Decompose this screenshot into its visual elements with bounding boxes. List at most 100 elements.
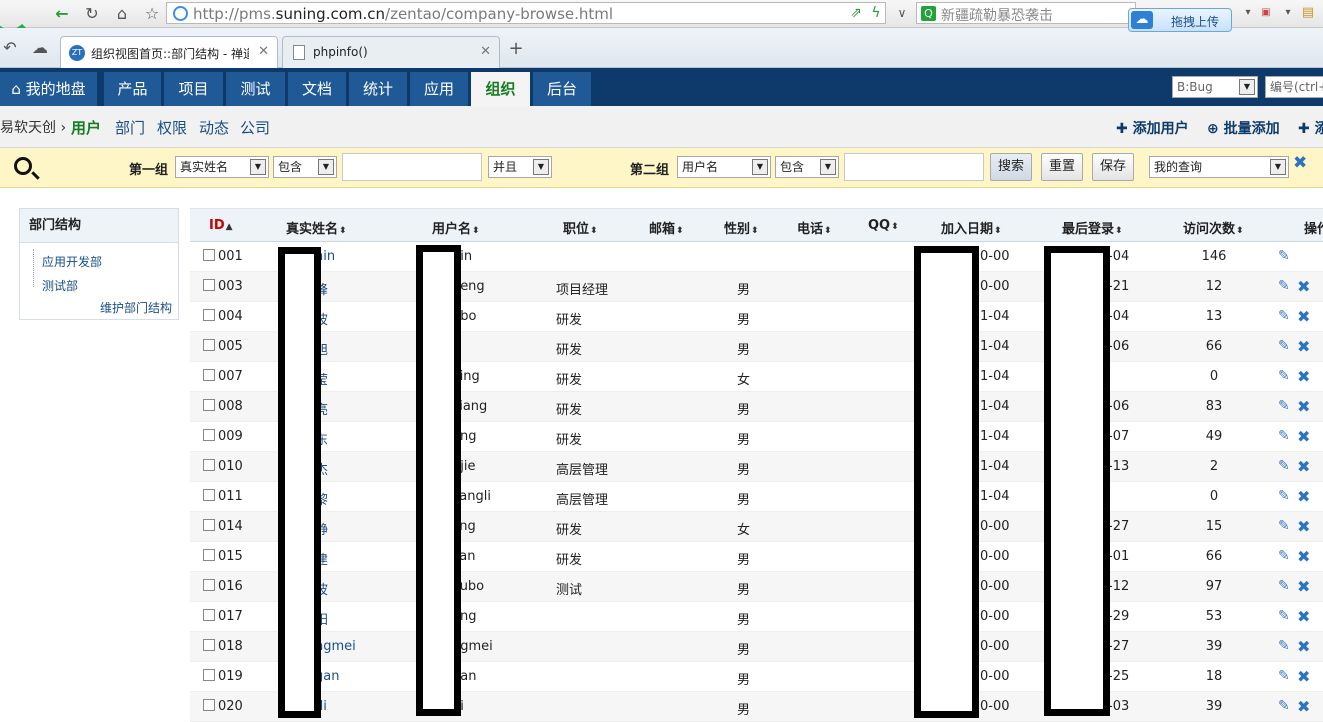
col-email[interactable]: 邮箱⬍ (649, 218, 684, 237)
nav-my-dashboard[interactable]: ⌂ 我的地盘 (0, 72, 98, 106)
delete-icon[interactable]: ✖ (1297, 577, 1310, 596)
row-checkbox[interactable] (203, 639, 215, 651)
browser-search-box[interactable]: Q 新疆疏勒暴恐袭击 (916, 2, 1136, 24)
edit-icon[interactable]: ✎ (1278, 278, 1290, 294)
nav-product[interactable]: 产品 (104, 72, 162, 106)
col-username[interactable]: 用户名⬍ (432, 218, 480, 237)
nav-test[interactable]: 测试 (226, 72, 286, 106)
row-checkbox[interactable] (203, 279, 215, 291)
delete-icon[interactable]: ✖ (1297, 517, 1310, 536)
edit-icon[interactable]: ✎ (1278, 308, 1290, 324)
edit-icon[interactable]: ✎ (1278, 338, 1290, 354)
row-checkbox[interactable] (203, 429, 215, 441)
new-tab-icon[interactable]: + (506, 39, 526, 59)
delete-icon[interactable]: ✖ (1297, 607, 1310, 626)
col-realname[interactable]: 真实姓名⬍ (286, 218, 347, 237)
edit-icon[interactable]: ✎ (1278, 698, 1290, 714)
subnav-activity[interactable]: 动态 (199, 117, 229, 138)
edit-icon[interactable]: ✎ (1278, 458, 1290, 474)
tab-phpinfo[interactable]: phpinfo() ✕ (282, 36, 500, 68)
edit-icon[interactable]: ✎ (1278, 548, 1290, 564)
row-checkbox[interactable] (203, 339, 215, 351)
edit-icon[interactable]: ✎ (1278, 518, 1290, 534)
col-join-date[interactable]: 加入日期⬍ (941, 218, 1002, 237)
lightning-icon[interactable]: ϟ (866, 3, 886, 23)
delete-icon[interactable]: ✖ (1297, 307, 1310, 326)
star-icon[interactable]: ☆ (142, 4, 162, 24)
reader-icon[interactable]: ▣ (1256, 3, 1276, 23)
col-last-login[interactable]: 最后登录⬍ (1062, 218, 1123, 237)
nav-organization[interactable]: 组织 (471, 72, 531, 106)
nav-apps[interactable]: 应用 (410, 72, 469, 106)
delete-icon[interactable]: ✖ (1297, 697, 1310, 716)
id-jump-input[interactable]: 编号(ctrl+g (1265, 76, 1323, 98)
row-checkbox[interactable] (203, 699, 215, 711)
company-breadcrumb[interactable]: 易软天创 › (0, 117, 66, 137)
edit-icon[interactable]: ✎ (1278, 428, 1290, 444)
col-phone[interactable]: 电话⬍ (797, 218, 832, 237)
row-checkbox[interactable] (203, 369, 215, 381)
subnav-company[interactable]: 公司 (240, 117, 270, 138)
delete-icon[interactable]: ✖ (1297, 547, 1310, 566)
delete-icon[interactable]: ✖ (1297, 427, 1310, 446)
edit-icon[interactable]: ✎ (1278, 368, 1290, 384)
extension-icon[interactable]: ▤ (1298, 3, 1318, 23)
undo-close-icon[interactable]: ↶ (0, 38, 20, 58)
dept-node-test[interactable]: 测试部 (42, 277, 78, 294)
close-search-icon[interactable]: ✖ (1293, 153, 1307, 173)
nav-stats[interactable]: 统计 (349, 72, 408, 106)
nav-admin[interactable]: 后台 (533, 72, 592, 106)
caret-icon-2[interactable]: ▾ (1278, 3, 1298, 23)
delete-icon[interactable]: ✖ (1297, 367, 1310, 386)
row-checkbox[interactable] (203, 609, 215, 621)
col-id[interactable]: ID▲ (209, 218, 233, 233)
subnav-permissions[interactable]: 权限 (157, 117, 187, 138)
delete-icon[interactable]: ✖ (1297, 487, 1310, 506)
dept-node-dev[interactable]: 应用开发部 (42, 253, 102, 270)
delete-icon[interactable]: ✖ (1297, 667, 1310, 686)
tab-zentao[interactable]: ZT 组织视图首页::部门结构 - 禅道 ✕ (60, 36, 278, 69)
col-qq[interactable]: QQ⬍ (868, 218, 899, 233)
back-arrow-icon[interactable]: ← (52, 4, 72, 24)
group2-operator-select[interactable]: 包含 ▼ (775, 156, 839, 178)
cell-realname[interactable]: ngmei (315, 639, 356, 654)
col-gender[interactable]: 性别⬍ (724, 218, 759, 237)
address-bar[interactable]: http://pms.suning.com.cn/zentao/company-… (166, 2, 886, 24)
group1-field-select[interactable]: 真实姓名 ▼ (175, 156, 269, 178)
row-checkbox[interactable] (203, 579, 215, 591)
delete-icon[interactable]: ✖ (1297, 397, 1310, 416)
subnav-departments[interactable]: 部门 (115, 117, 145, 138)
edit-icon[interactable]: ✎ (1278, 638, 1290, 654)
row-checkbox[interactable] (203, 519, 215, 531)
group2-field-select[interactable]: 用户名 ▼ (677, 156, 771, 178)
save-query-button[interactable]: 保存 (1092, 153, 1134, 181)
col-visits[interactable]: 访问次数⬍ (1183, 218, 1244, 237)
row-checkbox[interactable] (203, 489, 215, 501)
my-query-select[interactable]: 我的查询 ▼ (1149, 156, 1289, 178)
refresh-icon[interactable]: ↻ (82, 4, 102, 24)
group1-operator-select[interactable]: 包含 ▼ (273, 156, 337, 178)
row-checkbox[interactable] (203, 399, 215, 411)
edit-icon[interactable]: ✎ (1278, 488, 1290, 504)
edit-icon[interactable]: ✎ (1278, 248, 1290, 264)
delete-icon[interactable]: ✖ (1297, 337, 1310, 356)
group2-value-input[interactable] (844, 153, 984, 181)
delete-icon[interactable]: ✖ (1297, 277, 1310, 296)
close-tab-icon[interactable]: ✕ (480, 44, 491, 59)
close-tab-icon[interactable]: ✕ (258, 44, 269, 59)
group1-value-input[interactable] (342, 153, 482, 181)
search-button[interactable]: 搜索 (990, 153, 1032, 181)
subnav-users[interactable]: 用户 (71, 117, 101, 138)
delete-icon[interactable]: ✖ (1297, 637, 1310, 656)
maintain-dept-link[interactable]: 维护部门结构 (100, 299, 172, 316)
nav-docs[interactable]: 文档 (288, 72, 347, 106)
reset-button[interactable]: 重置 (1041, 153, 1083, 181)
home-icon[interactable]: ⌂ (112, 4, 132, 24)
row-checkbox[interactable] (203, 309, 215, 321)
delete-icon[interactable]: ✖ (1297, 457, 1310, 476)
cloud-tab-icon[interactable]: ☁ (30, 38, 50, 58)
edit-icon[interactable]: ✎ (1278, 398, 1290, 414)
batch-add-button[interactable]: ⊕ 批量添加 (1207, 118, 1280, 138)
drag-upload-button[interactable]: ☁ 拖拽上传 (1128, 8, 1232, 32)
row-checkbox[interactable] (203, 249, 215, 261)
